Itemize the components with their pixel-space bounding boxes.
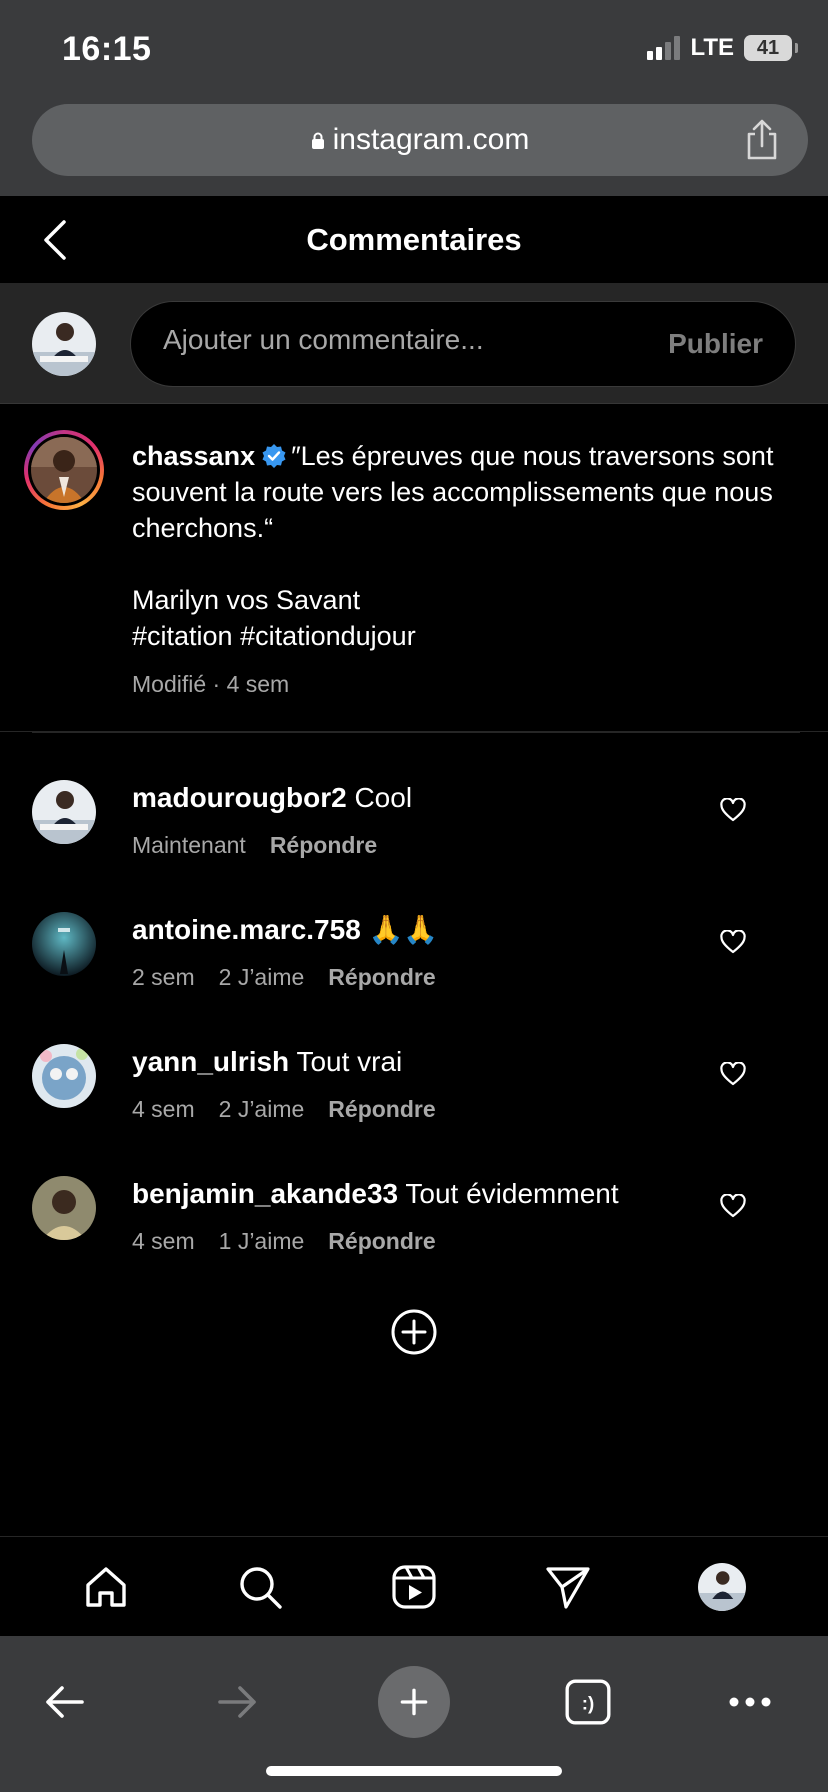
comment-body: Tout évidemment [405, 1178, 619, 1209]
instagram-bottom-nav [0, 1536, 828, 1636]
verified-badge-icon [262, 444, 286, 468]
browser-top-bar: 16:15 LTE 41 instagram.com [0, 0, 828, 196]
comment-text: benjamin_akande33 Tout évidemment [132, 1176, 692, 1212]
share-icon[interactable] [742, 118, 782, 162]
new-tab-plus-icon[interactable] [378, 1666, 450, 1738]
comment-meta: 4 sem 2 J’aime Répondre [132, 1096, 436, 1123]
heart-icon[interactable] [720, 930, 746, 954]
more-icon[interactable] [714, 1666, 786, 1738]
heart-icon[interactable] [720, 1194, 746, 1218]
caption-author: Marilyn vos Savant [132, 585, 361, 615]
comment-item: yann_ulrish Tout vrai 4 sem 2 J’aime Rép… [0, 1024, 828, 1156]
current-user-avatar [32, 312, 96, 376]
caption-text-block: chassanx ″Les épreuves que nous traverson… [132, 438, 792, 702]
page: 16:15 LTE 41 instagram.com Commentaires [0, 0, 828, 1792]
comment-time: 4 sem [132, 1228, 195, 1254]
comment-composer: Publier [0, 284, 828, 404]
comment-time: 2 sem [132, 964, 195, 990]
status-time: 16:15 [62, 30, 152, 68]
signal-icon [647, 36, 681, 60]
comment-text: madourougbor2 Cool [132, 780, 692, 816]
search-icon[interactable] [234, 1561, 286, 1613]
comment-likes[interactable]: 2 J’aime [219, 1096, 305, 1123]
comment-meta: Maintenant Répondre [132, 832, 377, 859]
battery-icon: 41 [744, 35, 798, 61]
caption-username[interactable]: chassanx [132, 441, 255, 471]
comment-body: Cool [354, 782, 413, 813]
status-indicators: LTE 41 [647, 34, 798, 62]
page-title: Commentaires [306, 222, 522, 257]
heart-icon[interactable] [720, 1062, 746, 1086]
comment-item: madourougbor2 Cool Maintenant Répondre [0, 760, 828, 892]
commenter-avatar[interactable] [32, 1044, 96, 1108]
comment-meta: 4 sem 1 J’aime Répondre [132, 1228, 436, 1255]
comment-body: 🙏🙏 [368, 914, 439, 945]
forward-arrow-icon[interactable] [202, 1666, 274, 1738]
comment-time: 4 sem [132, 1096, 195, 1122]
comment-field: Publier [130, 301, 796, 387]
tabs-icon[interactable]: :) [552, 1666, 624, 1738]
comments-list: madourougbor2 Cool Maintenant Répondre a… [0, 760, 828, 1288]
commenter-avatar[interactable] [32, 1176, 96, 1240]
home-indicator [266, 1766, 562, 1776]
comments-header: Commentaires [0, 196, 828, 284]
divider [32, 732, 800, 733]
comment-input[interactable] [163, 324, 623, 356]
profile-avatar[interactable] [696, 1561, 748, 1613]
reply-button[interactable]: Répondre [328, 1228, 435, 1255]
author-avatar[interactable] [31, 437, 97, 503]
network-type: LTE [690, 34, 734, 61]
publish-button[interactable]: Publier [668, 328, 763, 360]
comment-username[interactable]: yann_ulrish [132, 1046, 289, 1077]
lock-icon [311, 132, 324, 149]
home-icon[interactable] [80, 1561, 132, 1613]
comment-likes[interactable]: 1 J’aime [219, 1228, 305, 1255]
comment-likes[interactable]: 2 J’aime [219, 964, 305, 991]
direct-icon[interactable] [542, 1561, 594, 1613]
story-ring[interactable] [24, 430, 104, 510]
address-bar[interactable]: instagram.com [32, 104, 808, 176]
comment-meta: 2 sem 2 J’aime Répondre [132, 964, 436, 991]
reply-button[interactable]: Répondre [328, 1096, 435, 1123]
url-text: instagram.com [332, 123, 530, 156]
commenter-avatar[interactable] [32, 912, 96, 976]
caption-hashtags[interactable]: #citation #citationdujour [132, 618, 792, 654]
reply-button[interactable]: Répondre [328, 964, 435, 991]
comment-text: antoine.marc.758 🙏🙏 [132, 912, 692, 948]
comment-username[interactable]: benjamin_akande33 [132, 1178, 398, 1209]
tabs-glyph: :) [582, 1692, 595, 1713]
load-more-plus-icon[interactable] [390, 1308, 438, 1356]
reels-icon[interactable] [388, 1561, 440, 1613]
commenter-avatar[interactable] [32, 780, 96, 844]
comment-body: Tout vrai [296, 1046, 403, 1077]
post-caption: chassanx ″Les épreuves que nous traverson… [0, 404, 828, 733]
comment-item: benjamin_akande33 Tout évidemment 4 sem … [0, 1156, 828, 1288]
heart-icon[interactable] [720, 798, 746, 822]
comment-item: antoine.marc.758 🙏🙏 2 sem 2 J’aime Répon… [0, 892, 828, 1024]
back-arrow-icon[interactable] [28, 1666, 100, 1738]
caption-meta: Modifié · 4 sem [132, 671, 290, 697]
comment-username[interactable]: antoine.marc.758 [132, 914, 361, 945]
comment-text: yann_ulrish Tout vrai [132, 1044, 692, 1080]
comment-username[interactable]: madourougbor2 [132, 782, 347, 813]
comment-time: Maintenant [132, 832, 246, 858]
reply-button[interactable]: Répondre [270, 832, 377, 859]
